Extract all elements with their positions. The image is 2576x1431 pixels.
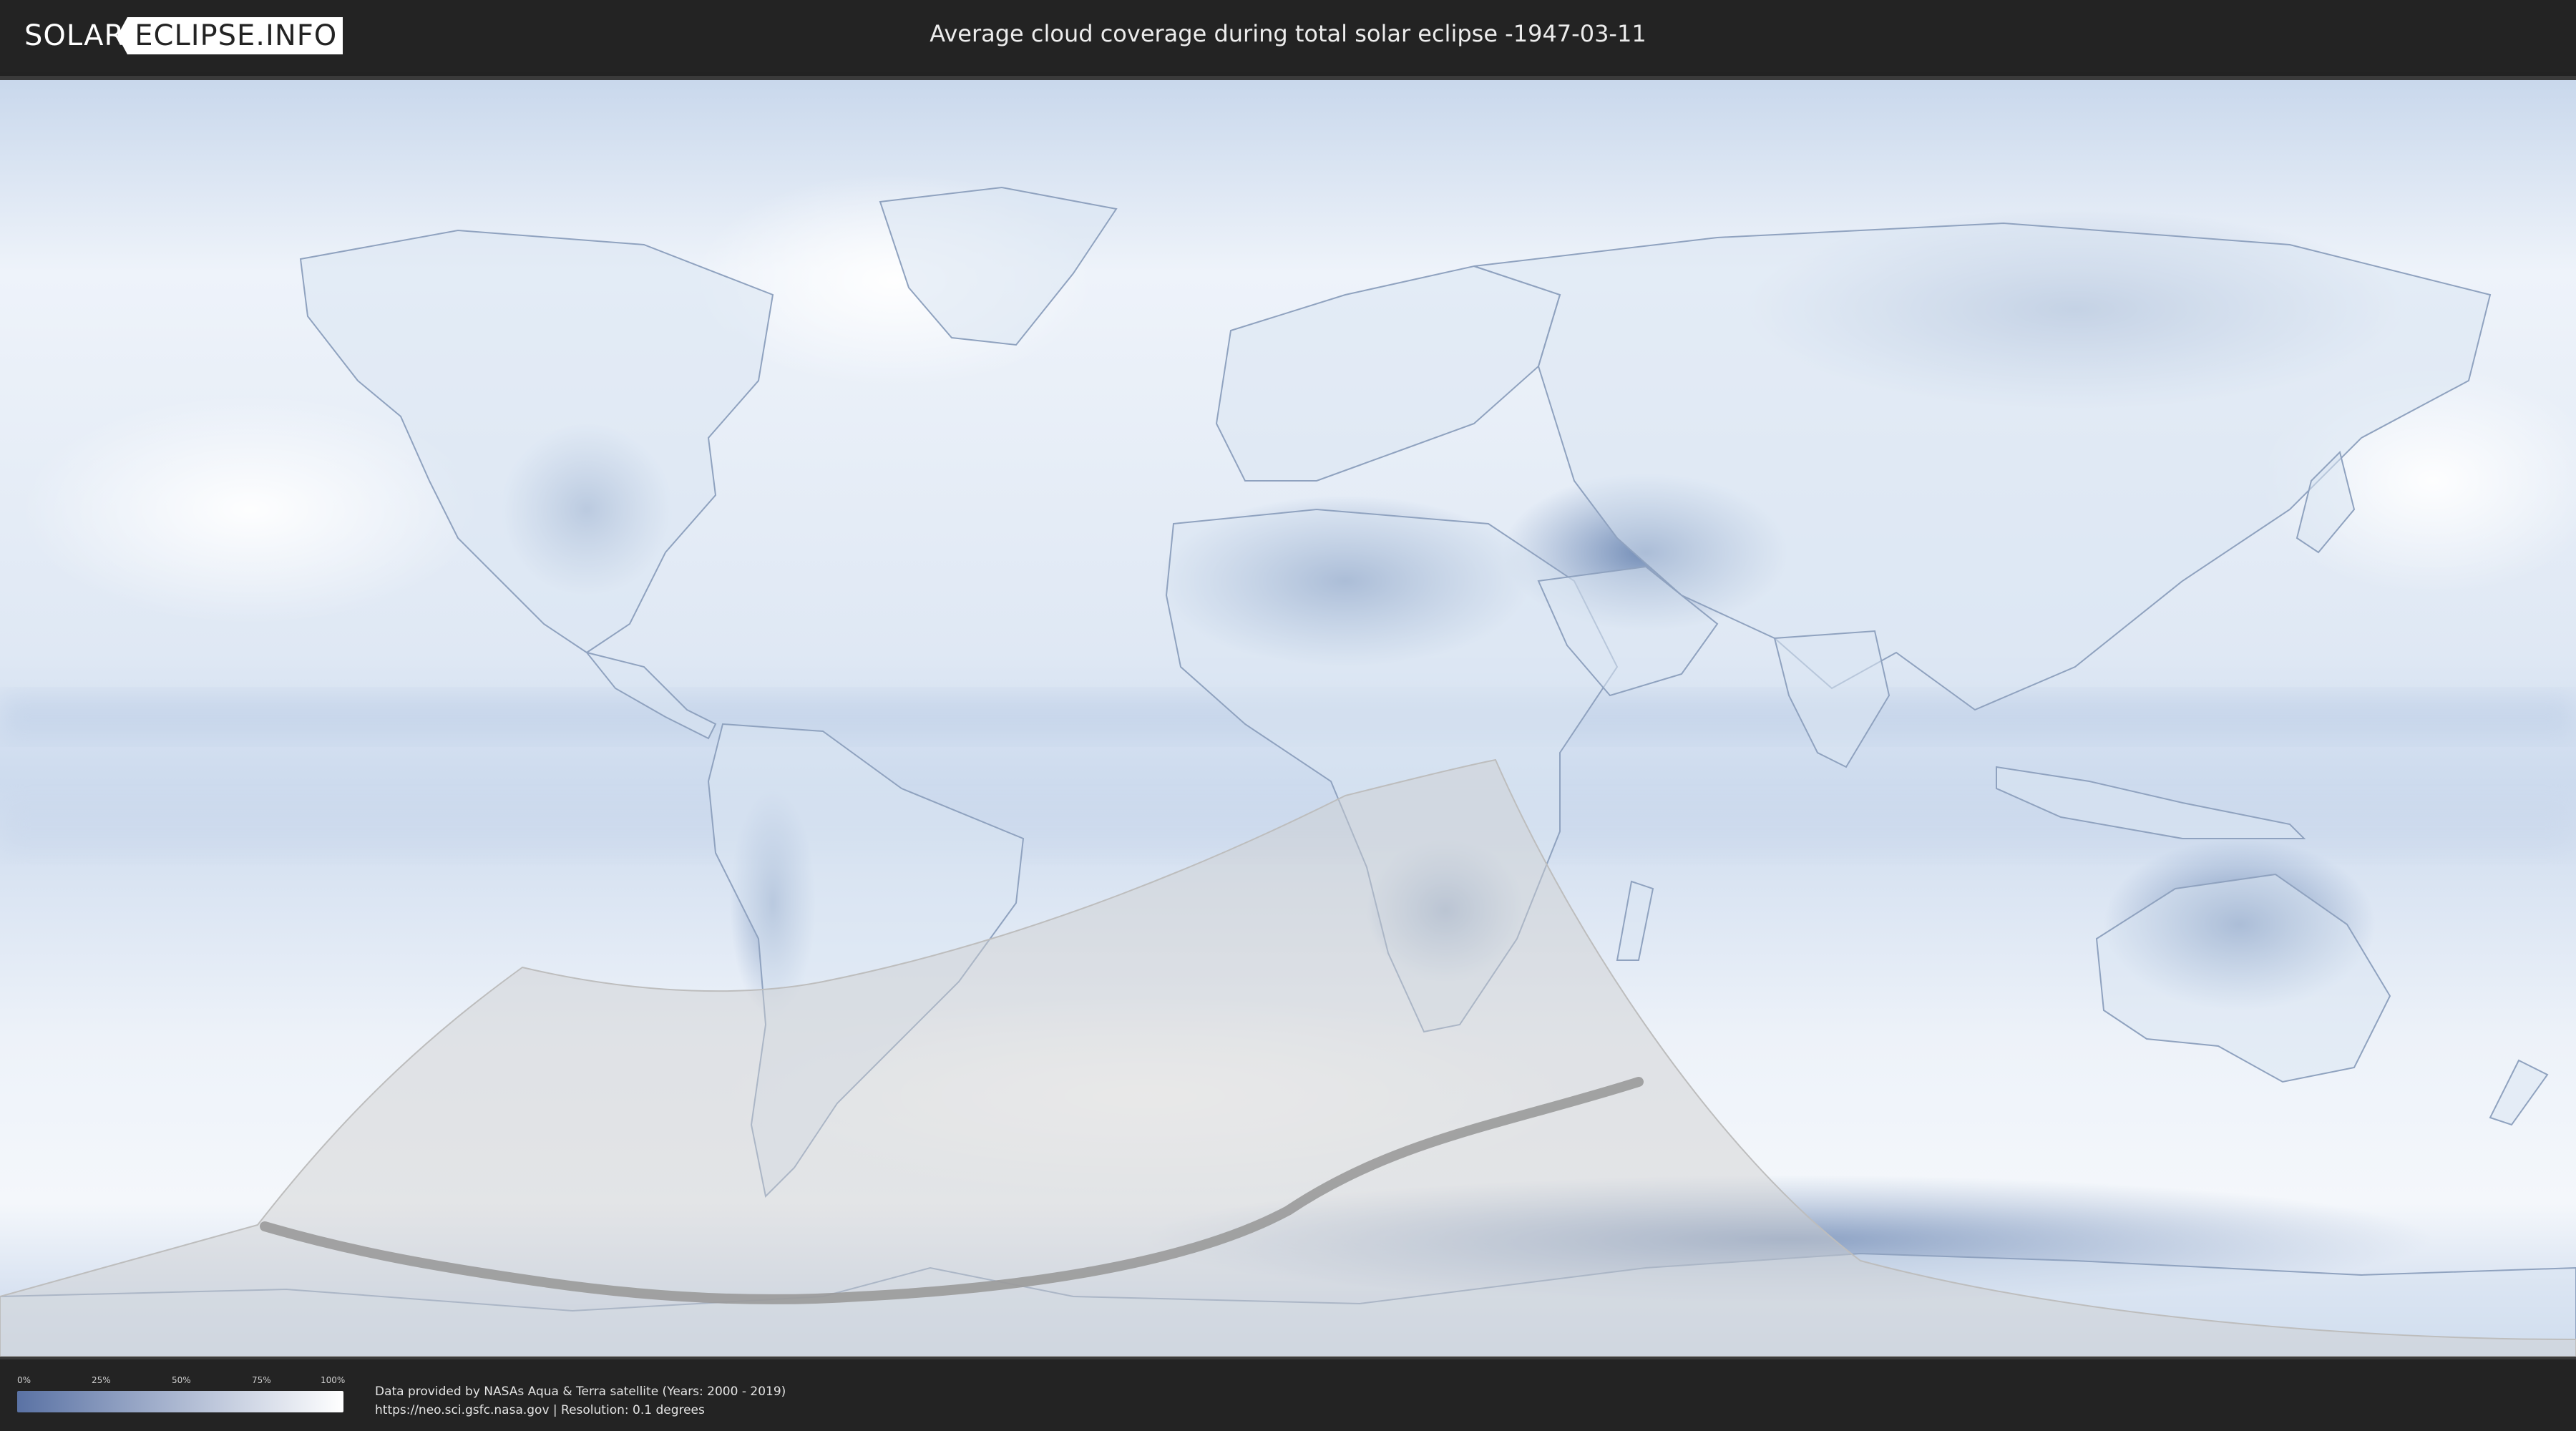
logo-text-eclipse-info: ECLIPSE.INFO [117, 17, 343, 54]
page: SOLAR ECLIPSE.INFO Average cloud coverag… [0, 0, 2576, 1431]
legend-tick-75: 75% [252, 1375, 271, 1385]
data-url-line: https://neo.sci.gsfc.nasa.gov | Resoluti… [375, 1403, 705, 1417]
data-source-info: Data provided by NASAs Aqua & Terra sate… [375, 1382, 786, 1420]
cloud-coverage-legend: 0% 25% 50% 75% 100% [17, 1375, 346, 1418]
footer-bar: 0% 25% 50% 75% 100% Data provided by NAS… [0, 1357, 2576, 1431]
legend-ticks: 0% 25% 50% 75% 100% [17, 1375, 346, 1388]
legend-tick-100: 100% [321, 1375, 346, 1385]
legend-gradient-bar [17, 1391, 343, 1412]
legend-tick-0: 0% [17, 1375, 31, 1385]
world-map-svg [0, 80, 2576, 1357]
legend-tick-50: 50% [172, 1375, 191, 1385]
header-bar: SOLAR ECLIPSE.INFO Average cloud coverag… [0, 0, 2576, 72]
logo-text-solar: SOLAR [24, 19, 125, 52]
data-source-line: Data provided by NASAs Aqua & Terra sate… [375, 1384, 786, 1399]
cloud-coverage-map[interactable] [0, 76, 2576, 1357]
legend-tick-25: 25% [92, 1375, 111, 1385]
site-logo[interactable]: SOLAR ECLIPSE.INFO [24, 17, 343, 54]
page-title: Average cloud coverage during total sola… [930, 20, 1646, 47]
